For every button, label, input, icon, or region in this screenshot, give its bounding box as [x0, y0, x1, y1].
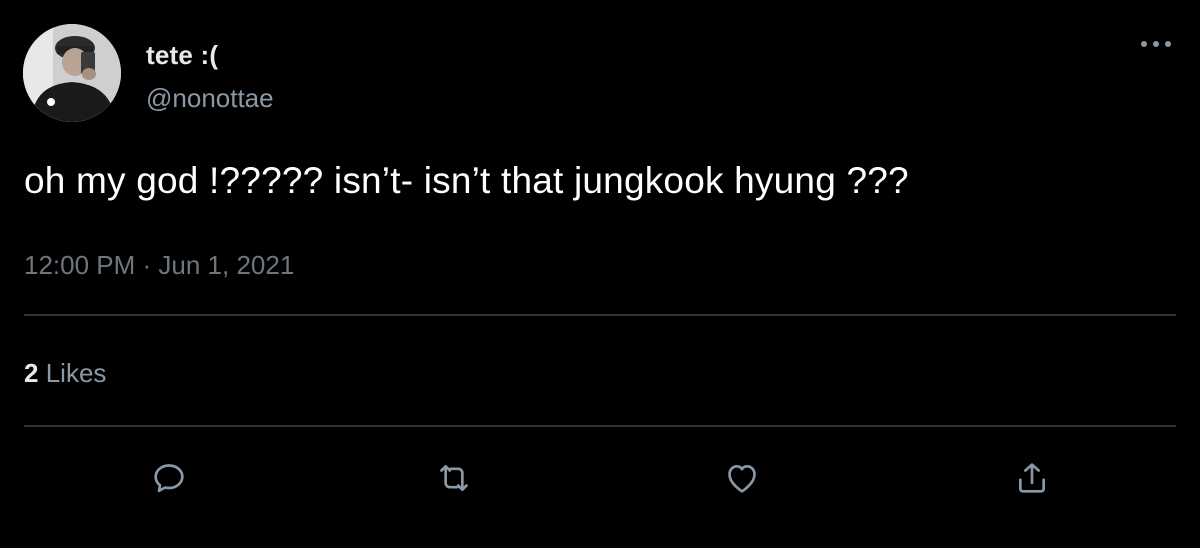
tweet-timestamp[interactable]: 12:00 PM · Jun 1, 2021 — [24, 250, 294, 281]
more-icon — [1141, 41, 1171, 47]
heart-icon — [728, 465, 756, 493]
like-button[interactable] — [720, 456, 764, 500]
retweet-button[interactable] — [432, 456, 476, 500]
share-button[interactable] — [1010, 456, 1054, 500]
likes-count: 2 — [24, 358, 39, 388]
user-handle[interactable]: @nonottae — [146, 83, 274, 114]
avatar-image — [23, 24, 121, 122]
reply-button[interactable] — [147, 456, 191, 500]
likes-stat[interactable]: 2 Likes — [24, 358, 106, 389]
tweet: tete :( @nonottae oh my god !????? isn’t… — [0, 0, 1200, 548]
display-name[interactable]: tete :( — [146, 40, 218, 71]
likes-label: Likes — [45, 358, 107, 388]
divider — [24, 314, 1176, 316]
avatar[interactable] — [23, 24, 121, 122]
divider — [24, 425, 1176, 427]
retweet-icon — [440, 465, 468, 491]
more-options-button[interactable] — [1138, 30, 1174, 58]
reply-icon — [154, 464, 184, 493]
tweet-text: oh my god !????? isn’t- isn’t that jungk… — [24, 160, 909, 201]
share-icon — [1019, 463, 1045, 493]
